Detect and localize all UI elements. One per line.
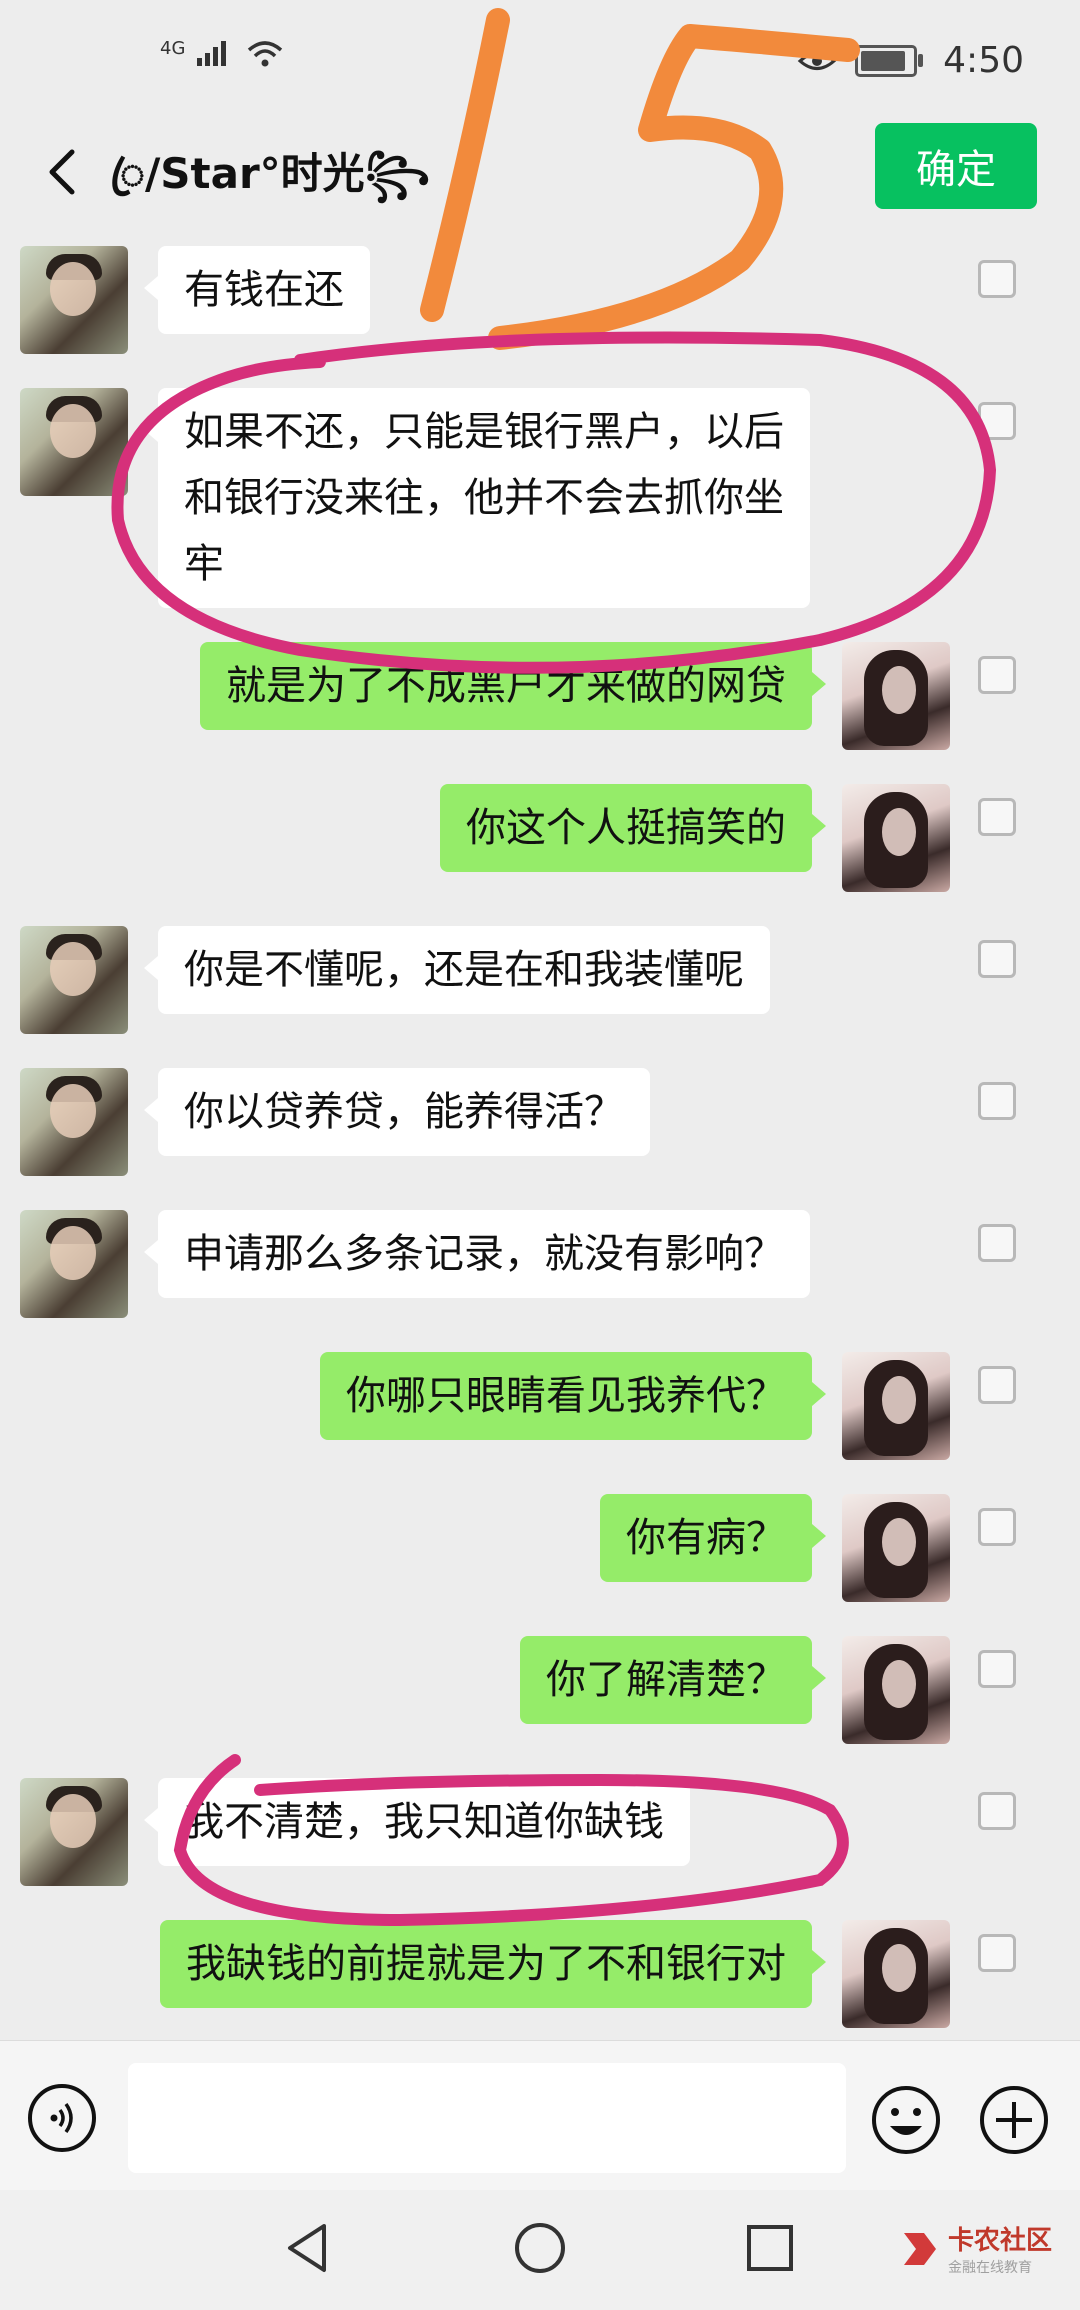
incoming-message-bubble[interactable]: 如果不还，只能是银行黑户，以后 和银行没来往，他并不会去抓你坐 牢 (144, 388, 810, 608)
message-row[interactable]: 你是不懂呢，还是在和我装懂呢 (0, 926, 1080, 1034)
incoming-message-bubble[interactable]: 申请那么多条记录，就没有影响？ (144, 1210, 810, 1298)
message-row[interactable]: 我缺钱的前提就是为了不和银行对 (0, 1920, 1080, 2028)
my-avatar[interactable] (842, 1352, 950, 1460)
message-row[interactable]: 就是为了不成黑户才来做的网贷 (0, 642, 1080, 750)
chat-list[interactable]: 有钱在还如果不还，只能是银行黑户，以后 和银行没来往，他并不会去抓你坐 牢就是为… (0, 230, 1080, 2040)
incoming-message-bubble[interactable]: 我不清楚，我只知道你缺钱 (144, 1778, 690, 1866)
network-type: 4G (160, 38, 186, 59)
emoji-icon[interactable] (870, 2084, 942, 2156)
contact-avatar[interactable] (20, 1068, 128, 1176)
select-checkbox[interactable] (978, 260, 1016, 298)
outgoing-message-bubble[interactable]: 我缺钱的前提就是为了不和银行对 (160, 1920, 826, 2008)
contact-avatar[interactable] (20, 1778, 128, 1886)
plus-icon[interactable] (978, 2084, 1050, 2156)
my-avatar[interactable] (842, 1636, 950, 1744)
contact-avatar[interactable] (20, 388, 128, 496)
message-row[interactable]: 你这个人挺搞笑的 (0, 784, 1080, 892)
wifi-icon (247, 41, 282, 67)
select-checkbox[interactable] (978, 402, 1016, 440)
incoming-message-bubble[interactable]: 有钱在还 (144, 246, 370, 334)
my-avatar[interactable] (842, 784, 950, 892)
select-checkbox[interactable] (978, 1650, 1016, 1688)
voice-icon (50, 2102, 73, 2134)
message-row[interactable]: 你了解清楚？ (0, 1636, 1080, 1744)
select-checkbox[interactable] (978, 798, 1016, 836)
contact-avatar[interactable] (20, 926, 128, 1034)
select-checkbox[interactable] (978, 1224, 1016, 1262)
contact-avatar[interactable] (20, 1210, 128, 1318)
watermark-brand: 卡农社区 (948, 2226, 1053, 2256)
message-row[interactable]: 有钱在还 (0, 246, 1080, 354)
outgoing-message-bubble[interactable]: 你这个人挺搞笑的 (440, 784, 826, 872)
message-row[interactable]: 你有病？ (0, 1494, 1080, 1602)
outgoing-message-bubble[interactable]: 你了解清楚？ (520, 1636, 826, 1724)
chat-header: ꦿ/Star°时光꧂ 确定 (0, 120, 1080, 220)
back-arrow-icon[interactable] (36, 144, 92, 200)
message-input[interactable] (128, 2063, 846, 2173)
message-row[interactable]: 我不清楚，我只知道你缺钱 (0, 1778, 1080, 1886)
message-row[interactable]: 如果不还，只能是银行黑户，以后 和银行没来往，他并不会去抓你坐 牢 (0, 388, 1080, 608)
message-row[interactable]: 你哪只眼睛看见我养代？ (0, 1352, 1080, 1460)
watermark: 卡农社区 金融在线教育 (900, 2220, 1052, 2277)
message-row[interactable]: 申请那么多条记录，就没有影响？ (0, 1210, 1080, 1318)
nav-recents-icon[interactable] (742, 2220, 798, 2276)
outgoing-message-bubble[interactable]: 你有病？ (600, 1494, 826, 1582)
my-avatar[interactable] (842, 642, 950, 750)
outgoing-message-bubble[interactable]: 就是为了不成黑户才来做的网贷 (200, 642, 826, 730)
nav-back-icon[interactable] (280, 2220, 336, 2276)
nav-home-icon[interactable] (512, 2220, 568, 2276)
select-checkbox[interactable] (978, 1082, 1016, 1120)
input-bar (0, 2040, 1080, 2191)
voice-button[interactable] (28, 2084, 96, 2152)
watermark-tagline: 金融在线教育 (948, 2260, 1032, 2276)
eye-icon (797, 51, 837, 70)
battery-icon (855, 44, 924, 77)
select-checkbox[interactable] (978, 656, 1016, 694)
select-checkbox[interactable] (978, 1934, 1016, 1972)
system-nav-bar: 卡农社区 金融在线教育 (0, 2190, 1080, 2310)
signal-icon (196, 41, 226, 66)
contact-avatar[interactable] (20, 246, 128, 354)
my-avatar[interactable] (842, 1494, 950, 1602)
my-avatar[interactable] (842, 1920, 950, 2028)
select-checkbox[interactable] (978, 940, 1016, 978)
select-checkbox[interactable] (978, 1792, 1016, 1830)
confirm-button[interactable]: 确定 (875, 123, 1037, 209)
outgoing-message-bubble[interactable]: 你哪只眼睛看见我养代？ (320, 1352, 826, 1440)
incoming-message-bubble[interactable]: 你是不懂呢，还是在和我装懂呢 (144, 926, 770, 1014)
incoming-message-bubble[interactable]: 你以贷养贷，能养得活？ (144, 1068, 650, 1156)
contact-name: ꦿ/Star°时光꧂ (110, 149, 431, 198)
select-checkbox[interactable] (978, 1508, 1016, 1546)
signal-indicator: 4G (160, 38, 285, 76)
status-right: 4:50 (797, 40, 1024, 81)
message-row[interactable]: 你以贷养贷，能养得活？ (0, 1068, 1080, 1176)
status-bar: 4G 4:50 (0, 0, 1080, 120)
clock: 4:50 (943, 40, 1024, 81)
watermark-logo-icon (904, 2232, 936, 2265)
select-checkbox[interactable] (978, 1366, 1016, 1404)
